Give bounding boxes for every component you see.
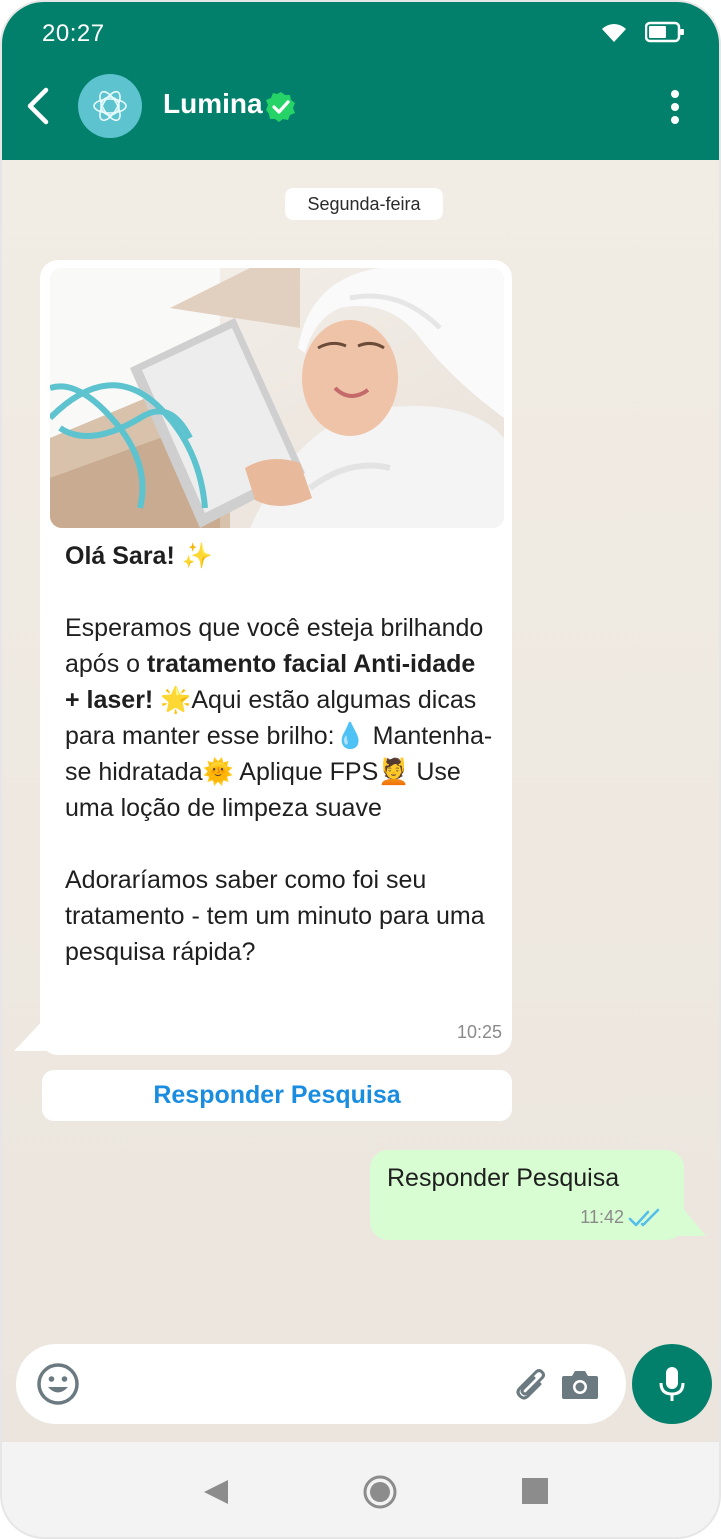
wifi-icon [602,24,626,42]
date-chip: Segunda-feira [285,188,443,220]
status-icons [599,20,685,44]
chat-header: 20:27 Lumina [2,2,719,160]
battery-icon [645,21,684,43]
nav-back-icon[interactable] [202,1478,230,1506]
emoji-icon[interactable] [36,1362,80,1406]
camera-icon[interactable] [560,1366,600,1402]
message-input[interactable] [96,1362,496,1406]
avatar[interactable] [78,74,142,138]
outgoing-message[interactable]: Responder Pesquisa 11:42 [370,1150,684,1240]
nav-recent-icon[interactable] [522,1478,548,1504]
message-image[interactable] [50,268,504,528]
nav-home-icon[interactable] [362,1474,398,1510]
brand-logo-icon [93,90,127,122]
chat-area[interactable]: Segunda-feira Olá Sara! ✨ Esperamos que … [2,160,719,1442]
mic-icon [659,1367,685,1401]
greeting-text: Olá Sara! ✨ [65,542,213,570]
survey-reply-button[interactable]: Responder Pesquisa [42,1070,512,1121]
paperclip-icon[interactable] [512,1364,548,1404]
message-composer [16,1344,626,1424]
outgoing-message-text: Responder Pesquisa [387,1164,620,1192]
message-text-part3: Adoraríamos saber como foi seu tratament… [65,866,492,966]
mic-button[interactable] [632,1344,712,1424]
more-vert-icon[interactable] [665,88,685,126]
outgoing-message-time: 11:42 [580,1207,624,1227]
system-nav-bar [2,1442,719,1537]
verified-badge-icon [266,92,295,122]
incoming-message-text: Olá Sara! ✨ Esperamos que você esteja br… [65,538,495,970]
status-time: 20:27 [42,20,105,47]
double-check-icon [628,1208,660,1227]
incoming-message[interactable]: Olá Sara! ✨ Esperamos que você esteja br… [40,260,512,1055]
phone-screen: 20:27 Lumina Segunda-feira Olá Sara! ✨ E… [0,0,721,1539]
back-arrow-icon[interactable] [22,86,58,126]
contact-name[interactable]: Lumina [163,88,263,120]
woman-with-tablet-illustration [50,268,504,528]
incoming-message-time: 10:25 [456,1022,502,1042]
